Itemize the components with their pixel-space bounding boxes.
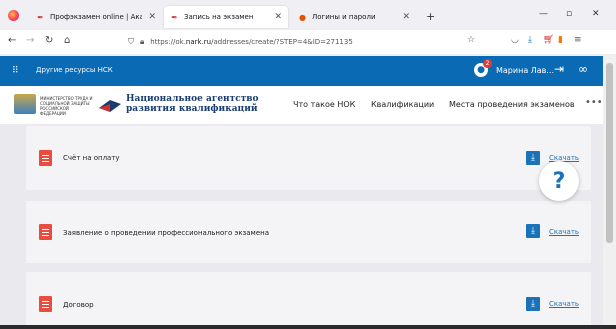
lock-icon: 🔒︎ [140, 37, 145, 46]
accessibility-glasses-icon[interactable]: ∞ [578, 62, 588, 76]
tab-profexamen[interactable]: ✒ Профэкзамен online | Академ ✕ [30, 6, 162, 28]
document-title: Договор [63, 301, 94, 309]
logout-icon[interactable]: ⇥ [554, 62, 564, 76]
notification-badge[interactable]: 2 [483, 59, 492, 68]
scrollbar-thumb[interactable] [606, 63, 613, 243]
download-link[interactable]: Скачать [549, 228, 579, 236]
tab-favicon-icon: ✒ [37, 12, 44, 22]
document-card: Счёт на оплату ⤓ Скачать [26, 126, 591, 190]
tab-favicon-icon: ● [299, 12, 306, 22]
document-card: Заявление о проведении профессионального… [26, 201, 591, 263]
nak-logo[interactable] [99, 98, 121, 114]
help-button[interactable]: ? [539, 161, 579, 201]
more-menu-icon[interactable]: ••• [585, 97, 603, 108]
minimize-icon[interactable]: — [539, 9, 548, 19]
extension-flag-icon[interactable]: ▮ [558, 35, 563, 45]
close-icon[interactable]: ✕ [402, 12, 410, 22]
agency-title[interactable]: Национальное агентство развития квалифик… [126, 94, 259, 114]
document-icon [39, 224, 52, 240]
close-icon[interactable]: ✕ [274, 12, 282, 22]
agency-title-line2: развития квалификаций [126, 104, 258, 114]
document-card: Договор ⤓ Скачать [26, 272, 591, 329]
download-link[interactable]: Скачать [549, 300, 579, 308]
agency-title-line1: Национальное агентство [126, 94, 259, 104]
bookmark-star-icon[interactable]: ☆ [467, 35, 475, 45]
tab-exam-booking[interactable]: ✒ Запись на экзамен ✕ [164, 6, 288, 28]
url-path: /addresses/create/?STEP=4&ID=271135 [211, 38, 353, 46]
home-icon[interactable]: ⌂ [64, 35, 70, 46]
download-icon[interactable]: ⤓ [526, 297, 540, 311]
extension-cart-icon[interactable]: 🛒︎ [543, 35, 554, 45]
url-prefix: https://ok. [150, 38, 186, 46]
documents-content: Счёт на оплату ⤓ Скачать Заявление о про… [0, 124, 603, 329]
shield-icon: ⛉ [128, 37, 134, 46]
document-title: Заявление о проведении профессионального… [63, 229, 270, 237]
nav-exam-places[interactable]: Места проведения экзаменов [449, 100, 575, 109]
firefox-icon[interactable] [8, 10, 19, 21]
url-host: nark.ru [185, 38, 212, 46]
document-title: Счёт на оплату [63, 154, 120, 162]
forward-icon[interactable]: → [26, 35, 34, 46]
other-resources-link[interactable]: Другие ресурсы НСК [36, 66, 113, 74]
tab-favicon-icon: ✒ [171, 12, 178, 22]
download-icon[interactable]: ⤓ [528, 35, 532, 45]
reload-icon[interactable]: ↻ [45, 35, 53, 46]
back-icon[interactable]: ← [8, 35, 16, 46]
maximize-icon[interactable]: ▫ [566, 9, 572, 19]
browser-tabbar: ✒ Профэкзамен online | Академ ✕ ✒ Запись… [0, 0, 616, 30]
document-icon [39, 150, 52, 166]
tab-label: Запись на экзамен [184, 13, 254, 21]
tab-label: Логины и пароли [312, 13, 376, 21]
menu-icon[interactable]: ≡ [574, 35, 582, 45]
download-icon[interactable]: ⤓ [526, 151, 540, 165]
tab-logins[interactable]: ● Логины и пароли ✕ [292, 6, 416, 28]
new-tab-button[interactable]: + [426, 10, 435, 23]
nav-what-is-nok[interactable]: Что такое НОК [293, 100, 355, 109]
tab-label: Профэкзамен online | Академ [50, 13, 143, 21]
apps-grid-icon[interactable]: ⠿ [12, 66, 19, 76]
user-name[interactable]: Марина Лав... [496, 66, 554, 75]
url-bar[interactable]: ⛉ 🔒︎ https://ok. nark.ru/addresses/create… [128, 33, 488, 51]
document-icon [39, 296, 52, 312]
close-window-icon[interactable]: ✕ [592, 9, 600, 19]
download-icon[interactable]: ⤓ [526, 224, 540, 238]
site-top-bar: ⠿ Другие ресурсы НСК ● 2 Марина Лав... ⇥… [0, 56, 603, 86]
nav-qualifications[interactable]: Квалификации [371, 100, 434, 109]
ministry-text: МИНИСТЕРСТВО ТРУДА И СОЦИАЛЬНОЙ ЗАЩИТЫ Р… [40, 96, 93, 116]
pocket-icon[interactable]: ◡ [511, 35, 519, 45]
ministry-logo[interactable] [14, 94, 36, 114]
close-icon[interactable]: ✕ [148, 12, 156, 22]
site-main-nav: МИНИСТЕРСТВО ТРУДА И СОЦИАЛЬНОЙ ЗАЩИТЫ Р… [0, 86, 603, 124]
taskbar-strip [0, 325, 616, 329]
